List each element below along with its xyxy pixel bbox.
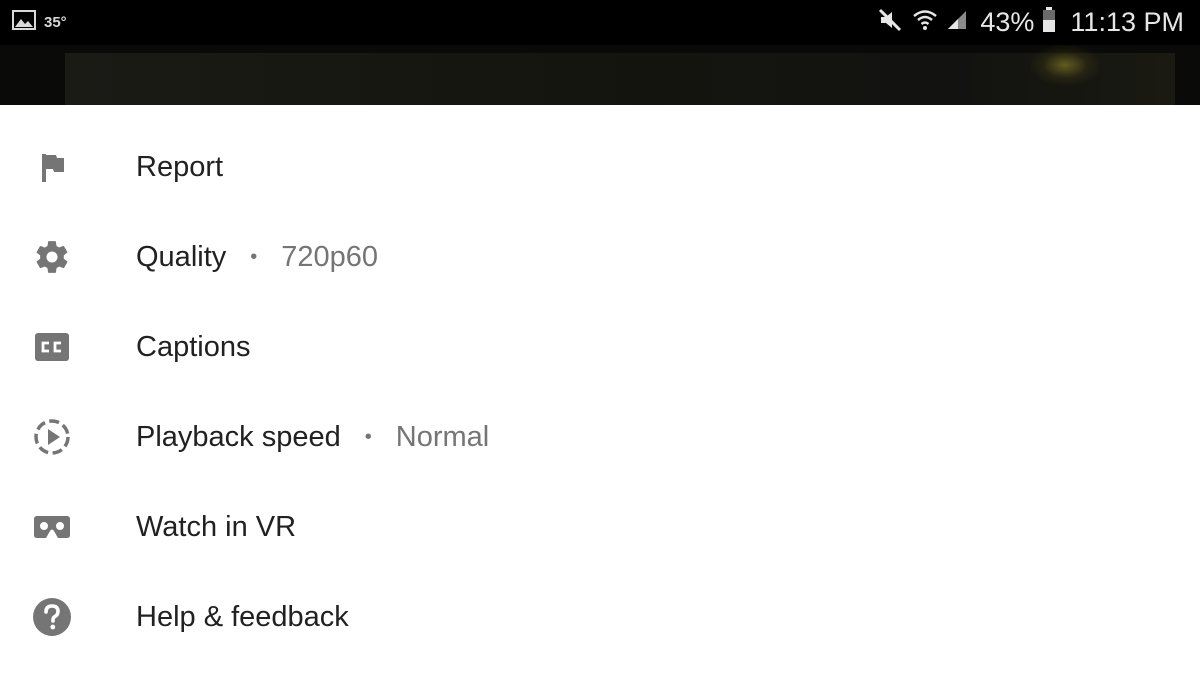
watch-in-vr-label: Watch in VR [136,510,297,543]
menu-item-label: Watch in VR [136,511,296,544]
menu-item-help-feedback[interactable]: Help & feedback [0,572,1200,662]
status-bar: 35° 43% 11:13 PM [0,0,1200,45]
separator-dot: • [250,245,258,268]
status-bar-left: 35° [12,0,67,45]
help-feedback-label: Help & feedback [136,600,349,633]
playback-speed-label: Playback speed [136,420,341,453]
menu-item-label: Report [136,151,223,184]
wifi-icon [912,8,938,37]
menu-item-label: Captions [136,331,250,364]
captions-label: Captions [136,330,251,363]
menu-item-label: Playback speed • Normal [136,421,489,454]
quality-label: Quality [136,240,227,273]
menu-item-label: Help & feedback [136,601,349,634]
signal-icon [946,9,968,36]
separator-dot: • [364,425,372,448]
captions-icon [32,327,72,367]
quality-value: 720p60 [281,240,379,273]
help-icon [32,597,72,637]
video-frame [65,53,1175,105]
flag-icon [32,147,72,187]
report-label: Report [136,150,224,183]
menu-item-watch-in-vr[interactable]: Watch in VR [0,482,1200,572]
menu-item-label: Quality • 720p60 [136,241,378,274]
status-bar-right: 43% 11:13 PM [878,0,1184,45]
mute-icon [878,8,904,37]
video-player-background[interactable] [0,45,1200,105]
menu-item-quality[interactable]: Quality • 720p60 [0,212,1200,302]
video-options-menu: Report Quality • 720p60 Captions Playbac… [0,105,1200,675]
clock: 11:13 PM [1070,7,1184,37]
menu-item-captions[interactable]: Captions [0,302,1200,392]
vr-headset-icon [32,507,72,547]
temperature-readout: 35° [44,14,67,31]
playback-speed-value: Normal [395,420,490,453]
gallery-icon [12,10,36,35]
video-highlight [1030,45,1100,85]
gear-icon [32,237,72,277]
menu-item-playback-speed[interactable]: Playback speed • Normal [0,392,1200,482]
menu-item-report[interactable]: Report [0,122,1200,212]
battery-percent: 43% [980,7,1035,37]
battery-icon [1042,7,1056,38]
playback-speed-icon [32,417,72,457]
